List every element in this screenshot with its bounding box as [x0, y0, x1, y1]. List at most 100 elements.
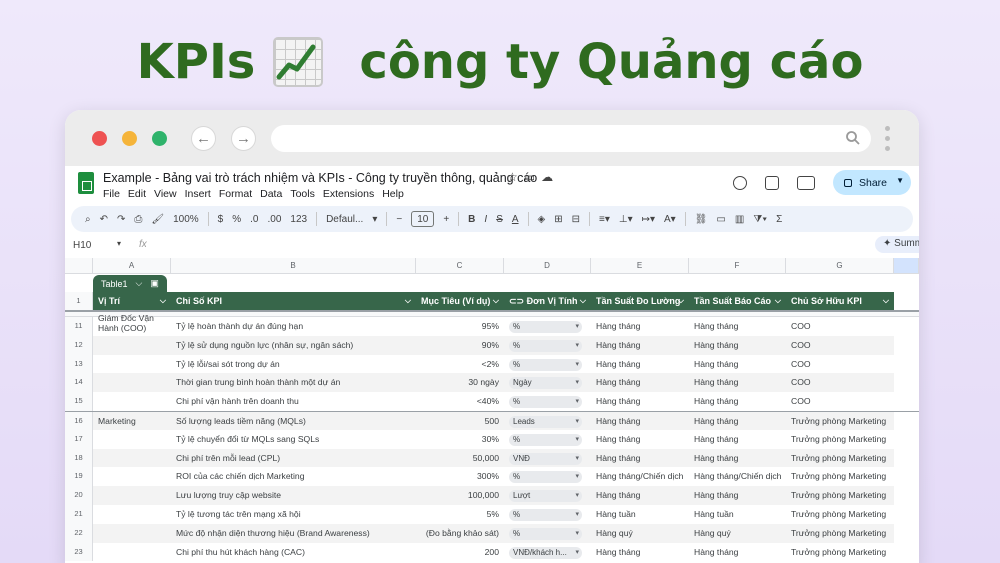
- cloud-status-icon[interactable]: ☁: [541, 170, 559, 184]
- cell-unit[interactable]: %: [504, 317, 591, 336]
- font-select[interactable]: Defaul...: [326, 214, 363, 225]
- decrease-decimal-button[interactable]: .0: [250, 214, 258, 225]
- menu-edit[interactable]: Edit: [128, 188, 146, 200]
- cell-owner[interactable]: COO: [786, 317, 894, 336]
- chevron-down-icon[interactable]: ⌵: [775, 292, 781, 310]
- cell-owner[interactable]: COO: [786, 392, 894, 411]
- cell-position[interactable]: [93, 335, 171, 355]
- chevron-down-icon[interactable]: ⌵: [405, 292, 411, 310]
- forward-button[interactable]: →: [231, 126, 256, 151]
- row-number[interactable]: 19: [65, 467, 93, 487]
- maximize-window-dot[interactable]: [152, 131, 167, 146]
- cell-position[interactable]: [93, 543, 171, 562]
- text-wrap-icon[interactable]: ↦▾: [642, 214, 655, 225]
- cell-position[interactable]: [93, 355, 171, 374]
- cell-measure-frequency[interactable]: Hàng quý: [591, 523, 689, 543]
- borders-icon[interactable]: ⊞: [554, 214, 562, 225]
- decrease-font-size-button[interactable]: −: [396, 214, 402, 225]
- unit-dropdown-chip[interactable]: %: [509, 471, 582, 484]
- increase-font-size-button[interactable]: +: [443, 214, 449, 225]
- cell-target[interactable]: 100,000: [416, 486, 504, 505]
- cell-target[interactable]: 300%: [416, 467, 504, 486]
- row-number[interactable]: 22: [65, 523, 93, 543]
- cell-measure-frequency[interactable]: Hàng tuần: [591, 505, 689, 524]
- meet-icon[interactable]: [797, 175, 815, 190]
- chevron-down-icon[interactable]: ▼: [896, 176, 904, 185]
- row-number[interactable]: 21: [65, 504, 93, 524]
- insert-link-icon[interactable]: ⛓: [695, 214, 708, 225]
- cell-target[interactable]: 50,000: [416, 448, 504, 468]
- cell-measure-frequency[interactable]: Hàng tháng: [591, 411, 689, 430]
- cell-target[interactable]: <2%: [416, 355, 504, 374]
- cell-owner[interactable]: COO: [786, 373, 894, 393]
- cell-kpi[interactable]: Chi phí thu hút khách hàng (CAC): [171, 543, 416, 562]
- currency-format-button[interactable]: $: [218, 214, 224, 225]
- insert-chart-icon[interactable]: ▥: [735, 214, 744, 225]
- menu-tools[interactable]: Tools: [290, 188, 315, 200]
- functions-icon[interactable]: Σ: [776, 214, 782, 225]
- row-number[interactable]: 12: [65, 335, 93, 355]
- cell-kpi[interactable]: Chi phí vận hành trên doanh thu: [171, 392, 416, 411]
- cell-owner[interactable]: Trưởng phòng Marketing: [786, 486, 894, 505]
- increase-decimal-button[interactable]: .00: [267, 214, 281, 225]
- cell-measure-frequency[interactable]: Hàng tháng: [591, 486, 689, 505]
- cell-measure-frequency[interactable]: Hàng tháng: [591, 335, 689, 355]
- move-folder-icon[interactable]: ▭: [524, 170, 541, 184]
- chevron-down-icon[interactable]: ⌵: [580, 292, 586, 310]
- cell-kpi[interactable]: ROI của các chiến dịch Marketing: [171, 467, 416, 486]
- row-number[interactable]: 15: [65, 392, 93, 411]
- cell-unit[interactable]: %: [504, 523, 591, 543]
- cell-kpi[interactable]: Lưu lượng truy cập website: [171, 486, 416, 505]
- cell-owner[interactable]: Trưởng phòng Marketing: [786, 448, 894, 468]
- cell-report-frequency[interactable]: Hàng tháng: [689, 543, 786, 562]
- unit-dropdown-chip[interactable]: %: [509, 358, 582, 371]
- cell-target[interactable]: (Đo bằng khảo sát): [416, 523, 504, 543]
- zoom-select[interactable]: 100%: [173, 214, 199, 225]
- cell-report-frequency[interactable]: Hàng tháng: [689, 317, 786, 336]
- header-tan-suat-bao-cao[interactable]: Tần Suất Báo Cáo ⌵: [689, 292, 786, 310]
- cell-target[interactable]: 90%: [416, 335, 504, 355]
- cell-unit[interactable]: Ngày: [504, 373, 591, 393]
- cell-position[interactable]: [93, 486, 171, 505]
- menu-file[interactable]: File: [103, 188, 120, 200]
- cell-owner[interactable]: Trưởng phòng Marketing: [786, 411, 894, 430]
- name-box[interactable]: H10: [73, 240, 91, 251]
- cell-owner[interactable]: Trưởng phòng Marketing: [786, 430, 894, 449]
- row-number[interactable]: 16: [65, 411, 93, 430]
- header-don-vi-tinh[interactable]: ⊂⊃ Đơn Vị Tính ⌵: [504, 292, 591, 310]
- fill-color-icon[interactable]: ◈: [538, 214, 546, 225]
- row-number[interactable]: 23: [65, 542, 93, 562]
- chevron-down-icon[interactable]: ⌵: [160, 292, 166, 310]
- cell-report-frequency[interactable]: Hàng tháng: [689, 335, 786, 355]
- header-muc-tieu[interactable]: Mục Tiêu (Ví dụ) ⌵: [416, 292, 504, 310]
- cell-target[interactable]: <40%: [416, 392, 504, 411]
- header-chi-so-kpi[interactable]: Chỉ Số KPI ⌵: [171, 292, 416, 310]
- cell-kpi[interactable]: Chi phí trên mỗi lead (CPL): [171, 448, 416, 468]
- cell-measure-frequency[interactable]: Hàng tháng: [591, 317, 689, 336]
- merge-cells-icon[interactable]: ⊟: [572, 214, 580, 225]
- star-icon[interactable]: ☆: [507, 170, 524, 184]
- unit-dropdown-chip[interactable]: Lượt: [509, 490, 582, 503]
- menu-format[interactable]: Format: [219, 188, 252, 200]
- column-header-d[interactable]: D: [504, 258, 591, 273]
- cell-unit[interactable]: Lượt: [504, 486, 591, 505]
- address-bar[interactable]: [271, 125, 871, 152]
- cell-unit[interactable]: %: [504, 335, 591, 355]
- cell-owner[interactable]: COO: [786, 335, 894, 355]
- cell-owner[interactable]: Trưởng phòng Marketing: [786, 467, 894, 486]
- cell-measure-frequency[interactable]: Hàng tháng: [591, 373, 689, 393]
- cell-report-frequency[interactable]: Hàng tháng: [689, 411, 786, 430]
- chevron-down-icon[interactable]: ⌵: [678, 292, 684, 310]
- column-header-g[interactable]: G: [786, 258, 894, 273]
- row-number[interactable]: 13: [65, 354, 93, 374]
- unit-dropdown-chip[interactable]: %: [509, 508, 582, 521]
- cell-kpi[interactable]: Mức độ nhận diện thương hiệu (Brand Awar…: [171, 523, 416, 543]
- column-header-e[interactable]: E: [591, 258, 689, 273]
- cell-measure-frequency[interactable]: Hàng tháng: [591, 355, 689, 374]
- cell-unit[interactable]: %: [504, 467, 591, 486]
- unit-dropdown-chip[interactable]: %: [509, 433, 582, 446]
- unit-dropdown-chip[interactable]: %: [509, 527, 582, 540]
- share-button[interactable]: Share ▼: [833, 170, 911, 195]
- cell-report-frequency[interactable]: Hàng tháng: [689, 486, 786, 505]
- cell-owner[interactable]: Trưởng phòng Marketing: [786, 505, 894, 524]
